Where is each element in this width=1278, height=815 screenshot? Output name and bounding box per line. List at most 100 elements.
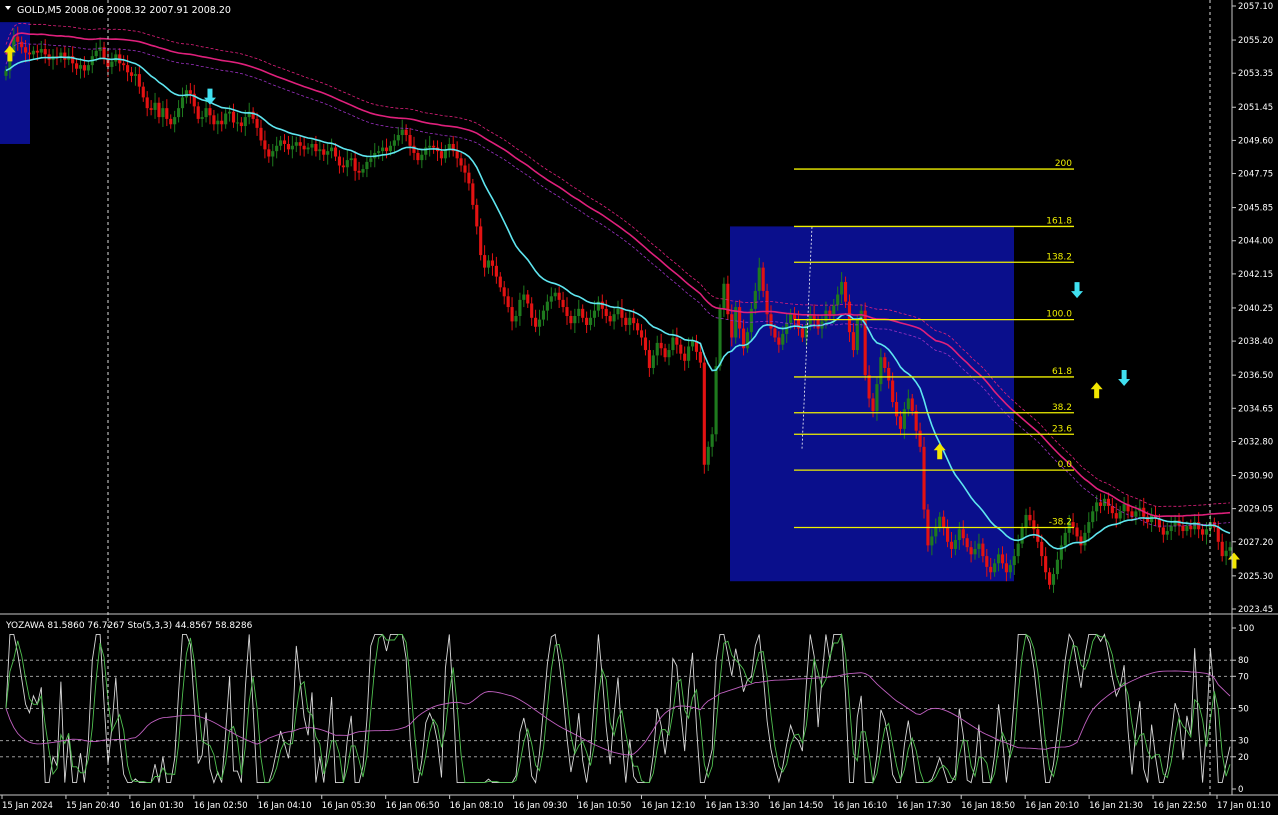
candle-body	[722, 283, 726, 309]
candle-body	[467, 172, 471, 184]
candle-body	[231, 111, 236, 123]
candle-body	[553, 292, 557, 297]
candle-body	[200, 117, 204, 119]
candle-body	[1216, 527, 1220, 542]
candle-body	[875, 384, 879, 411]
candle-body	[1071, 522, 1075, 528]
candle-body	[898, 416, 903, 429]
candle-body	[1161, 527, 1165, 535]
candle-body	[302, 145, 306, 150]
price-tick-label: 2047.75	[1238, 170, 1273, 180]
fib-level-label: -38.2	[1049, 517, 1072, 527]
price-tick-label: 2038.40	[1238, 337, 1273, 347]
candle-body	[75, 63, 79, 69]
price-tick-label: 2030.90	[1238, 471, 1273, 481]
candle-body	[24, 47, 28, 53]
candle-body	[306, 147, 310, 150]
candle-body	[930, 536, 934, 546]
candle-body	[243, 117, 247, 127]
candle-body	[957, 529, 961, 541]
price-tick-label: 2029.05	[1238, 505, 1273, 515]
candle-body	[322, 149, 326, 155]
candle	[702, 352, 706, 474]
candle-body	[4, 70, 8, 76]
candle-body	[534, 317, 538, 327]
candle-body	[891, 380, 895, 403]
candle-body	[1000, 554, 1005, 564]
candle-body	[616, 308, 620, 315]
candle-body	[518, 299, 522, 317]
osc-tick-label: 100	[1238, 624, 1254, 634]
fib-level-label: 100.0	[1046, 310, 1072, 320]
candle-body	[592, 310, 597, 318]
candle	[863, 302, 867, 381]
candle-body	[659, 342, 663, 349]
candle-body	[1220, 541, 1224, 557]
candle-body	[365, 161, 369, 170]
candle-body	[632, 317, 636, 324]
candle-body	[1055, 559, 1059, 575]
candle-body	[526, 294, 530, 304]
time-tick-label: 16 Jan 21:30	[1089, 801, 1143, 811]
time-tick-label: 16 Jan 13:30	[705, 801, 759, 811]
candle-body	[498, 276, 502, 288]
candle-body	[894, 402, 899, 417]
candle-body	[851, 332, 855, 351]
candle-body	[573, 316, 577, 324]
candle-body	[545, 301, 549, 311]
candle-body	[1087, 522, 1091, 533]
candle-body	[337, 156, 342, 166]
candle-body	[412, 145, 416, 153]
candle-body	[1028, 514, 1032, 521]
candle-body	[671, 337, 675, 351]
candle-body	[683, 353, 687, 361]
candle-body	[1181, 525, 1185, 532]
candle-body	[86, 65, 90, 71]
candle-body	[1012, 556, 1016, 566]
candle-body	[43, 49, 47, 55]
candle-body	[255, 118, 259, 128]
candle-body	[1095, 502, 1099, 512]
time-tick-label: 16 Jan 16:10	[833, 801, 887, 811]
candle	[855, 315, 859, 355]
candle-body	[561, 299, 565, 308]
candle-body	[522, 294, 526, 300]
candle-body	[942, 516, 946, 528]
candle-body	[220, 120, 224, 125]
candle-body	[628, 317, 632, 325]
candle-body	[840, 281, 844, 295]
candle-body	[506, 296, 510, 308]
candle-body	[122, 63, 126, 66]
candle-body	[208, 108, 212, 116]
time-tick-label: 16 Jan 10:50	[578, 801, 632, 811]
candle-body	[161, 108, 165, 118]
candle-body	[388, 145, 393, 152]
candle-body	[459, 158, 463, 166]
candle-body	[1047, 572, 1052, 585]
candle-body	[718, 308, 722, 367]
candle-body	[836, 294, 840, 306]
candle-body	[643, 337, 648, 351]
candle-body	[612, 314, 616, 322]
fib-level-label: 23.6	[1052, 424, 1072, 434]
candle-body	[588, 317, 593, 325]
candle-body	[585, 317, 589, 325]
candle-body	[620, 308, 624, 318]
trading-chart[interactable]: 200161.8138.2100.061.838.223.60.0-38.2 2…	[0, 0, 1278, 815]
candle-body	[310, 143, 314, 148]
candle-body	[777, 337, 781, 345]
candle-body	[687, 346, 691, 361]
candle-body	[228, 111, 232, 114]
candle-body	[188, 90, 192, 94]
candle-body	[1201, 529, 1205, 535]
candle-body	[463, 165, 467, 173]
candle-body	[381, 147, 385, 152]
candle-body	[137, 74, 141, 87]
candle-body	[173, 117, 177, 125]
candle-body	[651, 355, 655, 368]
candle-body	[78, 65, 83, 69]
candle-body	[180, 97, 185, 109]
candle-body	[604, 308, 608, 317]
candle-body	[275, 145, 279, 152]
candle-body	[934, 527, 938, 537]
